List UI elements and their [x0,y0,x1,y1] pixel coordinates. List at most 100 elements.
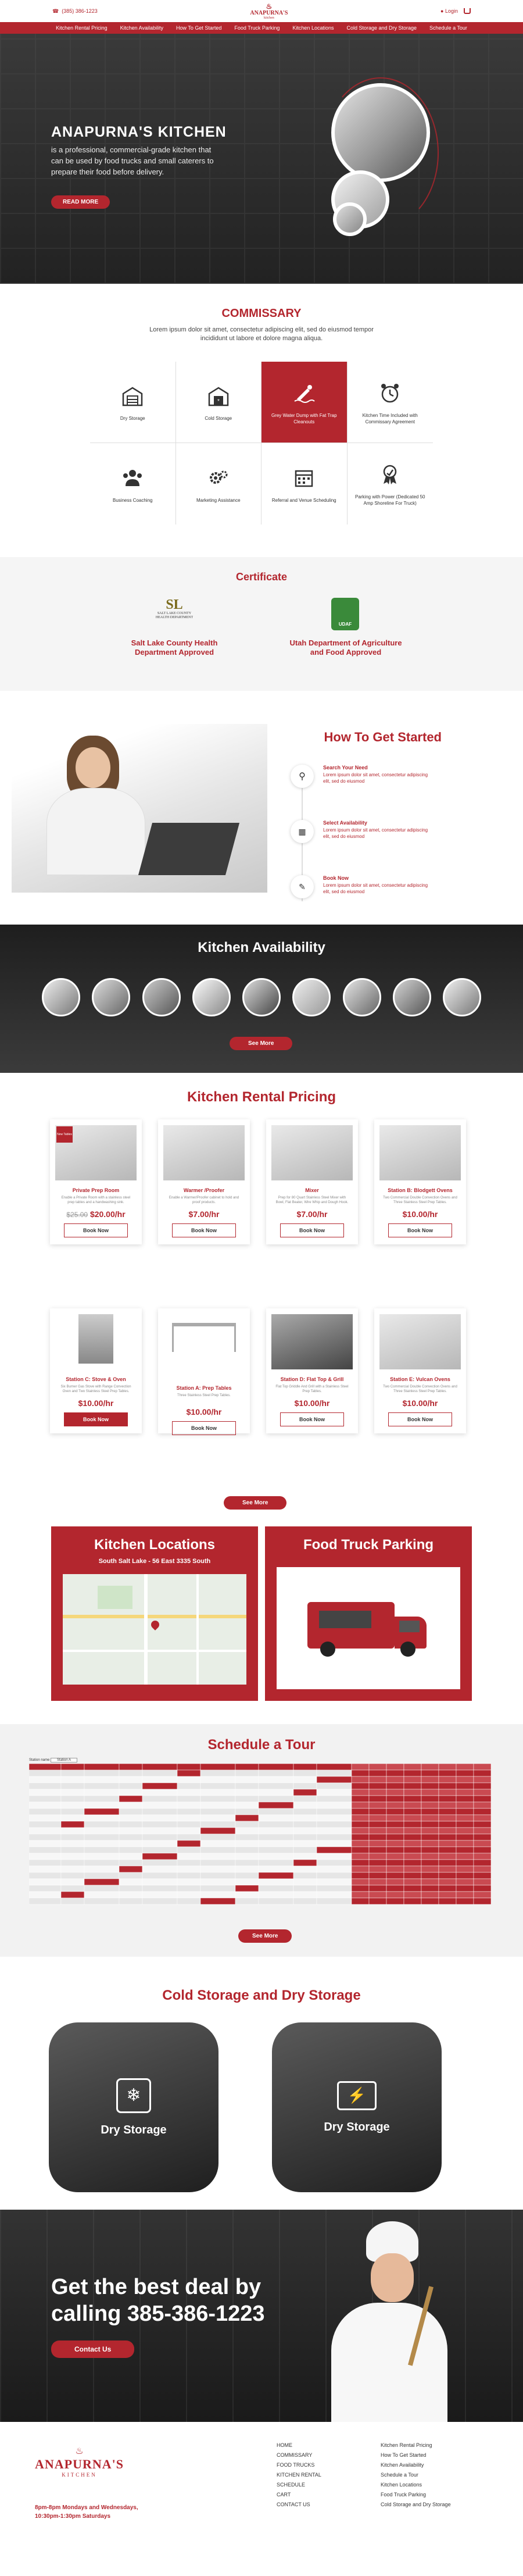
schedule-cell[interactable] [177,1795,201,1803]
schedule-cell[interactable] [60,1897,85,1905]
schedule-cell[interactable] [142,1878,178,1886]
schedule-cell[interactable] [351,1897,370,1905]
schedule-cell[interactable] [421,1814,439,1822]
book-now-button[interactable]: Book Now [64,1412,128,1426]
schedule-cell[interactable] [258,1821,294,1828]
schedule-cell[interactable] [119,1808,143,1815]
nav-kitchen-locations[interactable]: Kitchen Locations [292,25,334,31]
schedule-cell[interactable] [177,1821,201,1828]
schedule-cell[interactable] [235,1833,259,1841]
equipment-thumb[interactable] [242,978,281,1016]
schedule-cell[interactable] [351,1833,370,1841]
footer-link-locations[interactable]: Kitchen Locations [381,2480,451,2490]
book-now-button[interactable]: Book Now [172,1223,236,1237]
schedule-cell[interactable] [28,1821,62,1828]
schedule-cell[interactable] [316,1846,352,1854]
schedule-cell[interactable] [177,1885,201,1892]
schedule-cell[interactable] [368,1763,387,1771]
schedule-cell[interactable] [119,1827,143,1835]
schedule-cell[interactable] [316,1821,352,1828]
schedule-cell[interactable] [235,1769,259,1777]
schedule-cell[interactable] [368,1897,387,1905]
schedule-cell[interactable] [84,1763,120,1771]
schedule-cell[interactable] [386,1821,404,1828]
schedule-cell[interactable] [119,1776,143,1783]
schedule-cell[interactable] [142,1853,178,1860]
schedule-cell[interactable] [28,1859,62,1867]
schedule-cell[interactable] [293,1776,317,1783]
schedule-cell[interactable] [142,1821,178,1828]
schedule-cell[interactable] [60,1769,85,1777]
schedule-cell[interactable] [235,1827,259,1835]
schedule-cell[interactable] [84,1827,120,1835]
schedule-cell[interactable] [60,1891,85,1899]
schedule-cell[interactable] [438,1814,457,1822]
footer-link-availability[interactable]: Kitchen Availability [381,2460,451,2470]
schedule-cell[interactable] [403,1846,422,1854]
schedule-cell[interactable] [84,1865,120,1873]
schedule-cell[interactable] [258,1801,294,1809]
schedule-cell[interactable] [142,1833,178,1841]
schedule-cell[interactable] [421,1833,439,1841]
schedule-cell[interactable] [473,1878,492,1886]
schedule-cell[interactable] [456,1878,474,1886]
schedule-cell[interactable] [142,1782,178,1790]
schedule-cell[interactable] [403,1865,422,1873]
schedule-cell[interactable] [456,1821,474,1828]
book-now-button[interactable]: Book Now [172,1421,236,1435]
book-now-button[interactable]: Book Now [280,1223,344,1237]
schedule-cell[interactable] [316,1769,352,1777]
schedule-cell[interactable] [456,1782,474,1790]
schedule-cell[interactable] [351,1891,370,1899]
schedule-cell[interactable] [200,1859,236,1867]
schedule-cell[interactable] [456,1814,474,1822]
schedule-cell[interactable] [235,1865,259,1873]
schedule-cell[interactable] [28,1769,62,1777]
schedule-cell[interactable] [293,1769,317,1777]
schedule-cell[interactable] [177,1872,201,1879]
schedule-cell[interactable] [258,1827,294,1835]
schedule-cell[interactable] [456,1776,474,1783]
schedule-cell[interactable] [473,1821,492,1828]
schedule-cell[interactable] [177,1891,201,1899]
schedule-cell[interactable] [293,1885,317,1892]
schedule-cell[interactable] [438,1821,457,1828]
schedule-cell[interactable] [421,1878,439,1886]
schedule-cell[interactable] [316,1897,352,1905]
station-select[interactable]: Station A [51,1758,78,1762]
schedule-cell[interactable] [368,1801,387,1809]
schedule-cell[interactable] [60,1763,85,1771]
schedule-cell[interactable] [28,1840,62,1847]
schedule-cell[interactable] [84,1878,120,1886]
schedule-cell[interactable] [473,1897,492,1905]
schedule-cell[interactable] [60,1827,85,1835]
schedule-cell[interactable] [119,1897,143,1905]
schedule-cell[interactable] [316,1853,352,1860]
schedule-cell[interactable] [258,1795,294,1803]
schedule-cell[interactable] [177,1763,201,1771]
schedule-cell[interactable] [60,1795,85,1803]
schedule-cell[interactable] [386,1776,404,1783]
nav-kitchen-rental-pricing[interactable]: Kitchen Rental Pricing [56,25,108,31]
schedule-cell[interactable] [142,1840,178,1847]
schedule-cell[interactable] [200,1763,236,1771]
schedule-cell[interactable] [84,1769,120,1777]
schedule-cell[interactable] [386,1878,404,1886]
schedule-cell[interactable] [456,1833,474,1841]
schedule-cell[interactable] [258,1846,294,1854]
commissary-item-business-coaching[interactable]: Business Coaching [90,443,176,525]
login-link[interactable]: ● Login [440,8,458,14]
schedule-cell[interactable] [258,1808,294,1815]
schedule-cell[interactable] [235,1782,259,1790]
schedule-cell[interactable] [386,1853,404,1860]
schedule-cell[interactable] [60,1878,85,1886]
schedule-cell[interactable] [456,1859,474,1867]
schedule-cell[interactable] [28,1865,62,1873]
schedule-cell[interactable] [438,1885,457,1892]
schedule-cell[interactable] [177,1789,201,1796]
schedule-cell[interactable] [119,1885,143,1892]
schedule-cell[interactable] [316,1795,352,1803]
schedule-cell[interactable] [60,1872,85,1879]
schedule-cell[interactable] [421,1885,439,1892]
schedule-cell[interactable] [473,1872,492,1879]
